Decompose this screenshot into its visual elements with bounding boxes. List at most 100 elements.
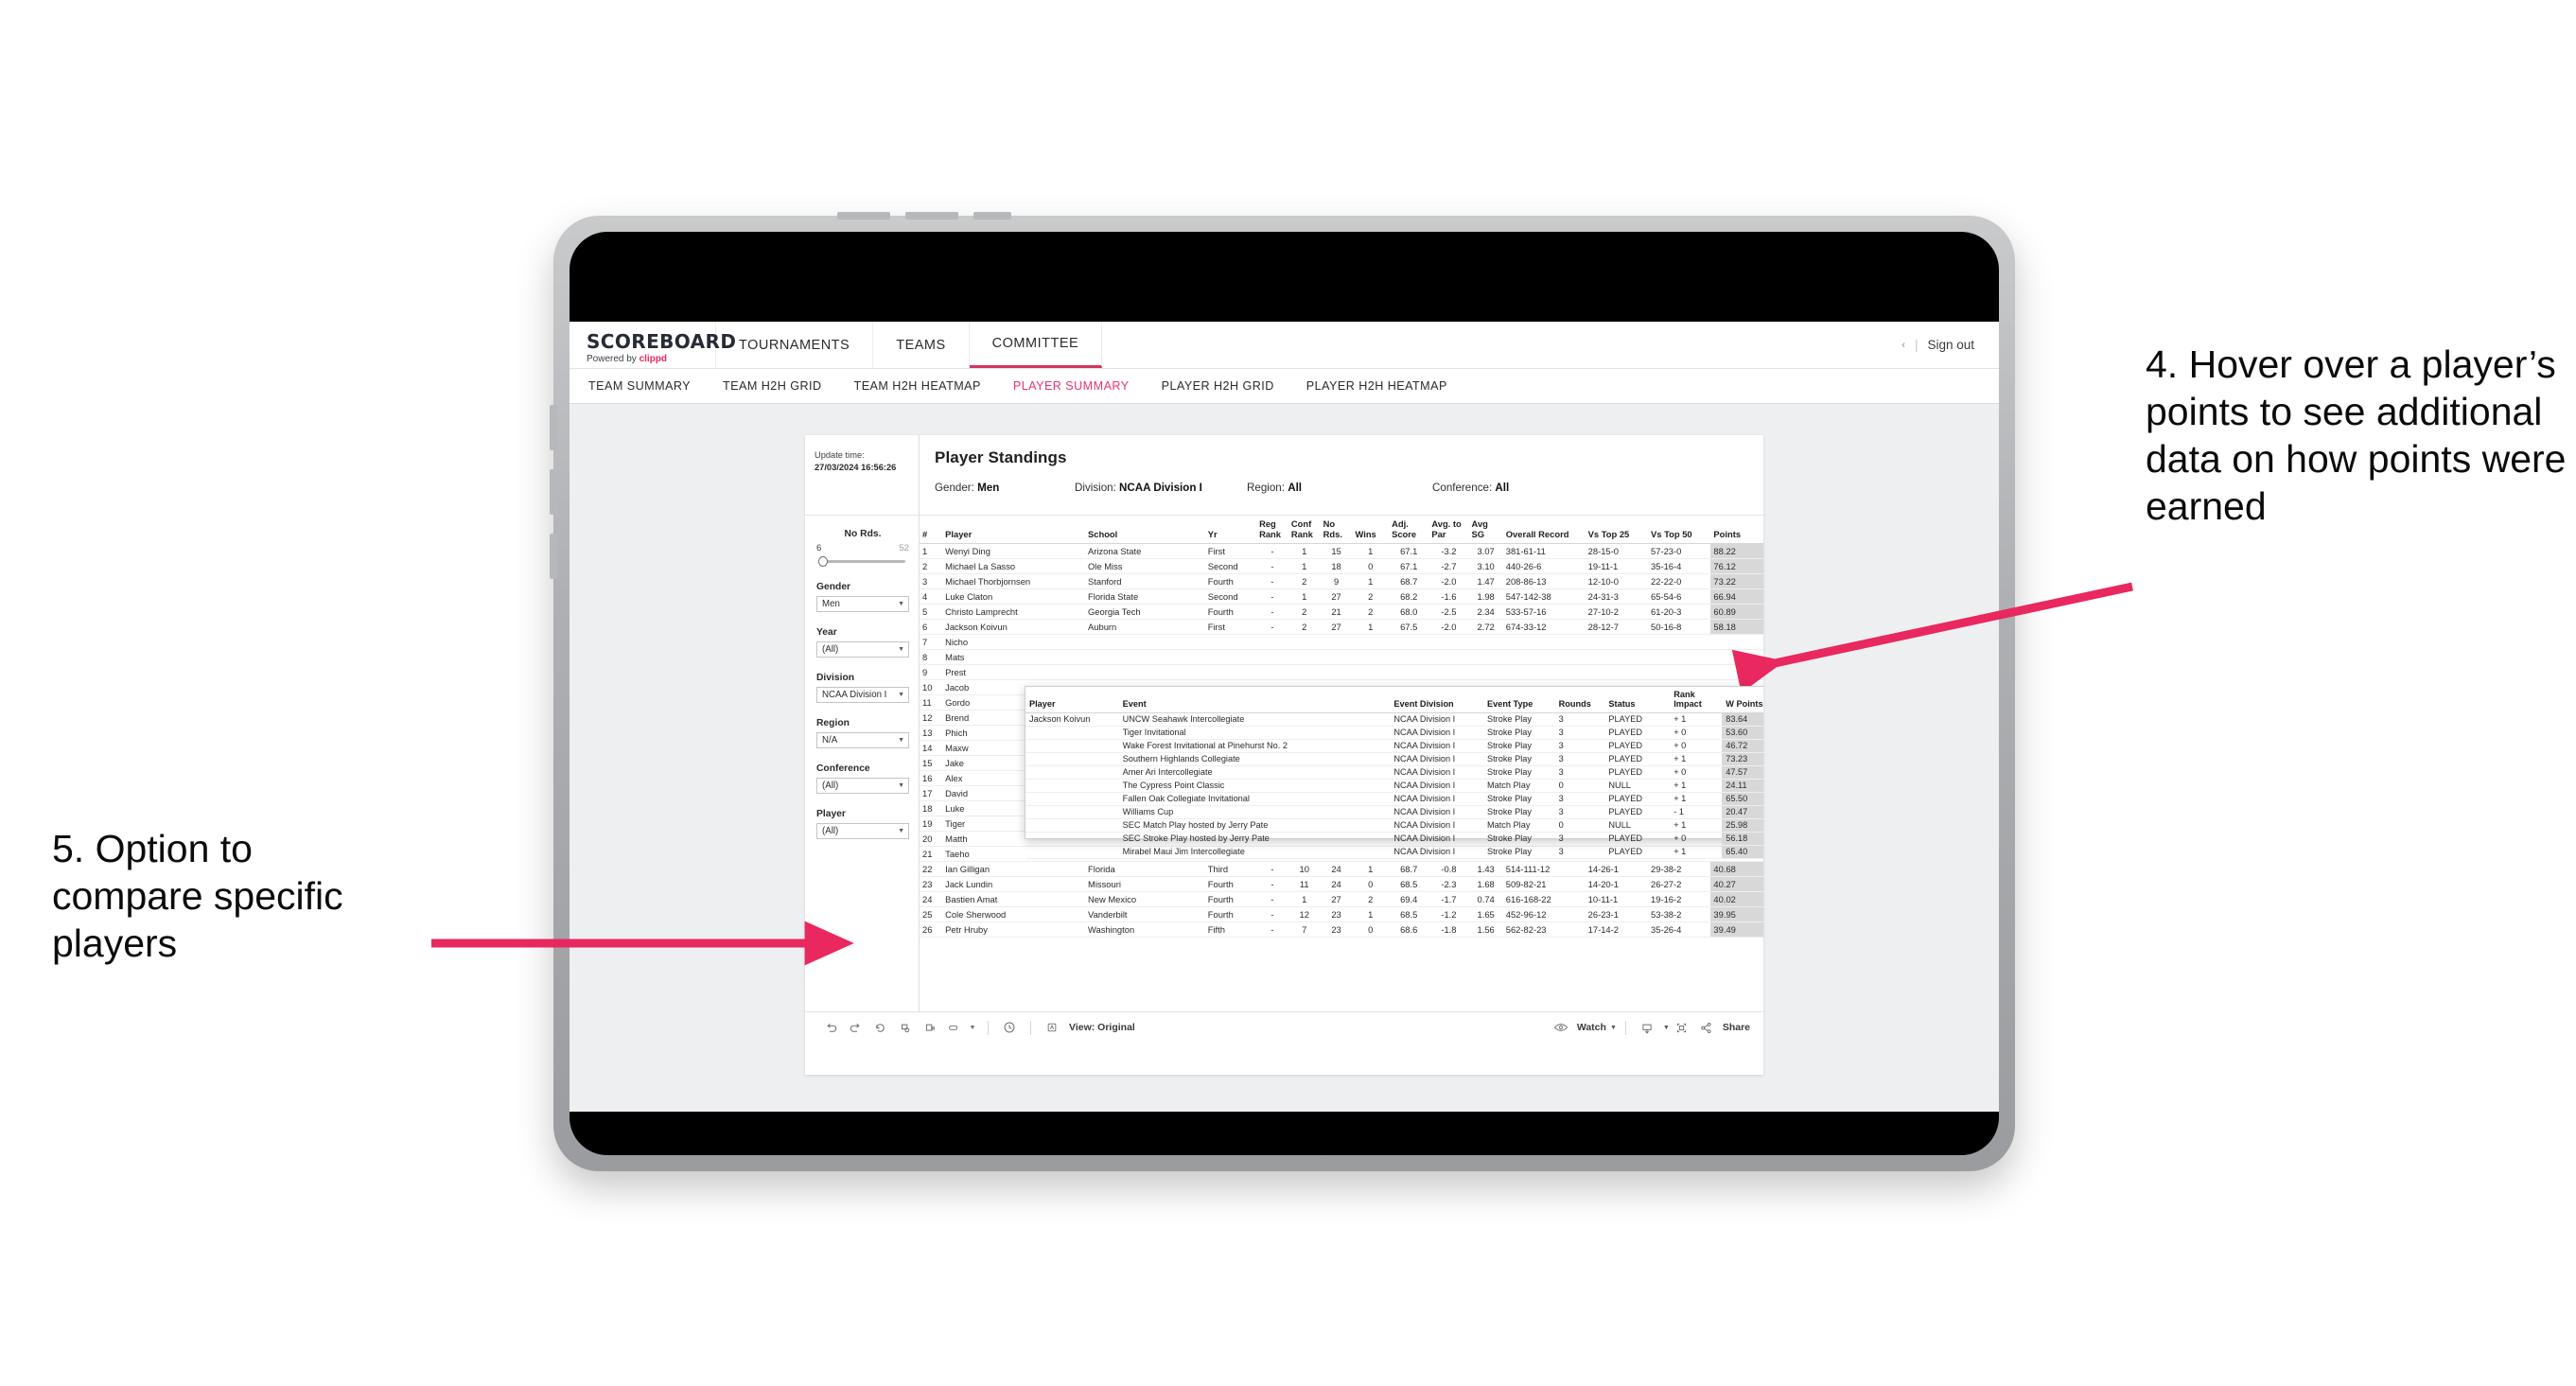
subnav-item-team-h2h-grid[interactable]: TEAM H2H GRID (723, 379, 822, 393)
table-row[interactable]: 23 Jack Lundin Missouri Fourth -11 24 0 68.5 -2.… (920, 876, 1763, 893)
view-original-label[interactable]: View: Original (1069, 1022, 1135, 1033)
filter-division-select[interactable]: NCAA Division I ▼ (816, 687, 909, 703)
tt-cell-rank-impact: + 1 (1670, 779, 1723, 793)
tt-cell-rank-impact: + 1 (1670, 845, 1723, 859)
cell-points[interactable]: 40.02 (1710, 891, 1763, 908)
table-row[interactable]: 5 Christo Lamprecht Georgia Tech Fourth -2 21… (920, 604, 1763, 621)
nav-tab-teams[interactable]: TEAMS (873, 322, 970, 368)
table-row[interactable]: 22 Ian Gilligan Florida Third -10 24 1 68.7 -0.8… (920, 861, 1763, 878)
cell-avg-sg: 3.07 (1468, 543, 1503, 560)
download-icon[interactable] (1635, 1017, 1659, 1038)
brand-logo[interactable]: SCOREBOARD Powered by clippd (570, 322, 736, 368)
col-header-vs-top-25[interactable]: Vs Top 25 (1585, 516, 1649, 545)
col-header-conf-rank[interactable]: Conf Rank (1288, 516, 1321, 545)
cell-vs-top-25 (1585, 664, 1649, 681)
col-header-wins[interactable]: Wins (1352, 516, 1390, 545)
cell-avg-sg: 2.34 (1468, 604, 1503, 621)
watch-chevron-down-icon[interactable]: ▼ (1610, 1025, 1617, 1031)
col-header-no-rounds[interactable]: No Rds. (1320, 516, 1353, 545)
range-slider[interactable] (816, 556, 909, 567)
watch-eye-icon[interactable] (1549, 1017, 1573, 1038)
table-row[interactable]: 6 Jackson Koivun Auburn First -2 27 1 67.5 -2.0 2… (920, 619, 1763, 636)
table-row[interactable]: 2 Michael La Sasso Ole Miss Second -1 18 0 67.1… (920, 558, 1763, 575)
cell-points[interactable]: 88.22 (1710, 543, 1763, 560)
col-header-yr[interactable]: Yr (1204, 516, 1257, 545)
col-header-school[interactable]: School (1085, 516, 1205, 545)
cell-conf-rank: 2 (1288, 619, 1321, 636)
tt-cell-rounds: 3 (1554, 845, 1605, 859)
slider-handle[interactable] (818, 556, 828, 567)
col-header-player[interactable]: Player (942, 516, 1086, 545)
table-row[interactable]: 9 Prest (920, 664, 1763, 681)
revert-icon[interactable] (867, 1017, 892, 1038)
tt-cell-w-points: 24.11 (1722, 779, 1763, 793)
filter-region-select[interactable]: N/A ▼ (816, 732, 909, 748)
table-row[interactable]: 24 Bastien Amat New Mexico Fourth -1 27 2 69.4-… (920, 891, 1763, 908)
cell-yr: Fifth (1204, 921, 1257, 939)
filter-region-label: Region (816, 718, 850, 728)
view-original-icon[interactable] (1040, 1017, 1064, 1038)
cell-school: Stanford (1085, 573, 1205, 590)
pause-icon[interactable] (917, 1017, 941, 1038)
cell-rank: 2 (920, 558, 943, 575)
subnav-item-player-h2h-grid[interactable]: PLAYER H2H GRID (1162, 379, 1274, 393)
nav-tab-tournaments[interactable]: TOURNAMENTS (716, 322, 874, 368)
col-header-adj-score[interactable]: Adj. Score (1389, 516, 1429, 545)
filter-conference-select[interactable]: (All) ▼ (816, 778, 909, 794)
cell-vs-top-25: 10-11-1 (1585, 891, 1649, 908)
col-header-points[interactable]: Points (1710, 516, 1763, 545)
tt-cell-w-points: 83.64 (1722, 712, 1763, 727)
table-row[interactable]: 3 Michael Thorbjornsen Stanford Fourth -2 9 1 6… (920, 573, 1763, 590)
table-row[interactable]: 8 Mats (920, 649, 1763, 666)
subnav-item-team-h2h-heatmap[interactable]: TEAM H2H HEATMAP (854, 379, 981, 393)
top-nav-right-group: ‹ | Sign out (1901, 322, 1999, 368)
cell-school (1085, 634, 1205, 651)
custom-views-icon[interactable] (941, 1017, 966, 1038)
summary-filter-line: Gender: Men Division: NCAA Division I Re… (935, 482, 1763, 494)
cell-vs-top-50: 61-20-3 (1648, 604, 1711, 621)
share-icon[interactable] (1694, 1017, 1719, 1038)
col-header-vs-top-50[interactable]: Vs Top 50 (1648, 516, 1711, 545)
cell-vs-top-50: 65-54-6 (1648, 588, 1711, 605)
col-header-rank[interactable]: # (920, 516, 943, 545)
tt-cell-event-type: Stroke Play (1482, 752, 1555, 766)
watch-label[interactable]: Watch (1577, 1022, 1606, 1033)
nav-tab-committee[interactable]: COMMITTEE (969, 322, 1103, 368)
cell-points[interactable]: 39.49 (1710, 921, 1763, 939)
table-row[interactable]: 1 Wenyi Ding Arizona State First -1 15 1 67.1 -3… (920, 543, 1763, 560)
cell-avg-to-par: -1.8 (1428, 921, 1469, 939)
table-row[interactable]: 26 Petr Hruby Washington Fifth -7 23 0 68.6 -1.8… (920, 921, 1763, 939)
subnav-item-team-summary[interactable]: TEAM SUMMARY (588, 379, 691, 393)
cell-conf-rank (1288, 634, 1321, 651)
download-chevron-down-icon[interactable]: ▼ (1663, 1025, 1670, 1031)
col-header-avg-to-par[interactable]: Avg. to Par (1428, 516, 1469, 545)
refresh-icon[interactable] (892, 1017, 917, 1038)
share-label[interactable]: Share (1723, 1022, 1750, 1033)
account-chevron-icon[interactable]: ‹ (1901, 340, 1905, 351)
custom-views-chevron-icon[interactable]: ▼ (966, 1017, 979, 1038)
table-row[interactable]: 4 Luke Claton Florida State Second -1 27 2 68.2… (920, 588, 1763, 605)
subnav-item-player-summary[interactable]: PLAYER SUMMARY (1013, 379, 1130, 393)
table-row[interactable]: 25 Cole Sherwood Vanderbilt Fourth -12 23 1 68.… (920, 906, 1763, 923)
cell-points[interactable]: 40.68 (1710, 861, 1763, 878)
subnav-item-player-h2h-heatmap[interactable]: PLAYER H2H HEATMAP (1306, 379, 1447, 393)
filter-gender-select[interactable]: Men ▼ (816, 596, 909, 612)
undo-icon[interactable] (818, 1017, 843, 1038)
pause-auto-updates-icon[interactable] (997, 1017, 1022, 1038)
cell-points[interactable]: 39.95 (1710, 906, 1763, 923)
fullscreen-icon[interactable] (1670, 1017, 1694, 1038)
col-header-reg-rank[interactable]: Reg Rank (1256, 516, 1288, 545)
filter-player-select[interactable]: (All) ▼ (816, 823, 909, 839)
cell-rank: 25 (920, 906, 943, 923)
col-header-avg-sg[interactable]: Avg SG (1468, 516, 1503, 545)
filter-year-select[interactable]: (All) ▼ (816, 641, 909, 658)
table-row[interactable]: 7 Nicho (920, 634, 1763, 651)
redo-icon[interactable] (843, 1017, 867, 1038)
col-header-overall-record[interactable]: Overall Record (1502, 516, 1586, 545)
cell-points[interactable]: 40.27 (1710, 876, 1763, 893)
cell-yr: First (1204, 619, 1257, 636)
device-side-button-1 (550, 405, 557, 450)
sign-out-link[interactable]: Sign out (1927, 338, 1974, 352)
cell-no-rounds (1320, 634, 1353, 651)
tooltip-row: Wake Forest Invitational at Pinehurst No… (1025, 739, 1763, 753)
